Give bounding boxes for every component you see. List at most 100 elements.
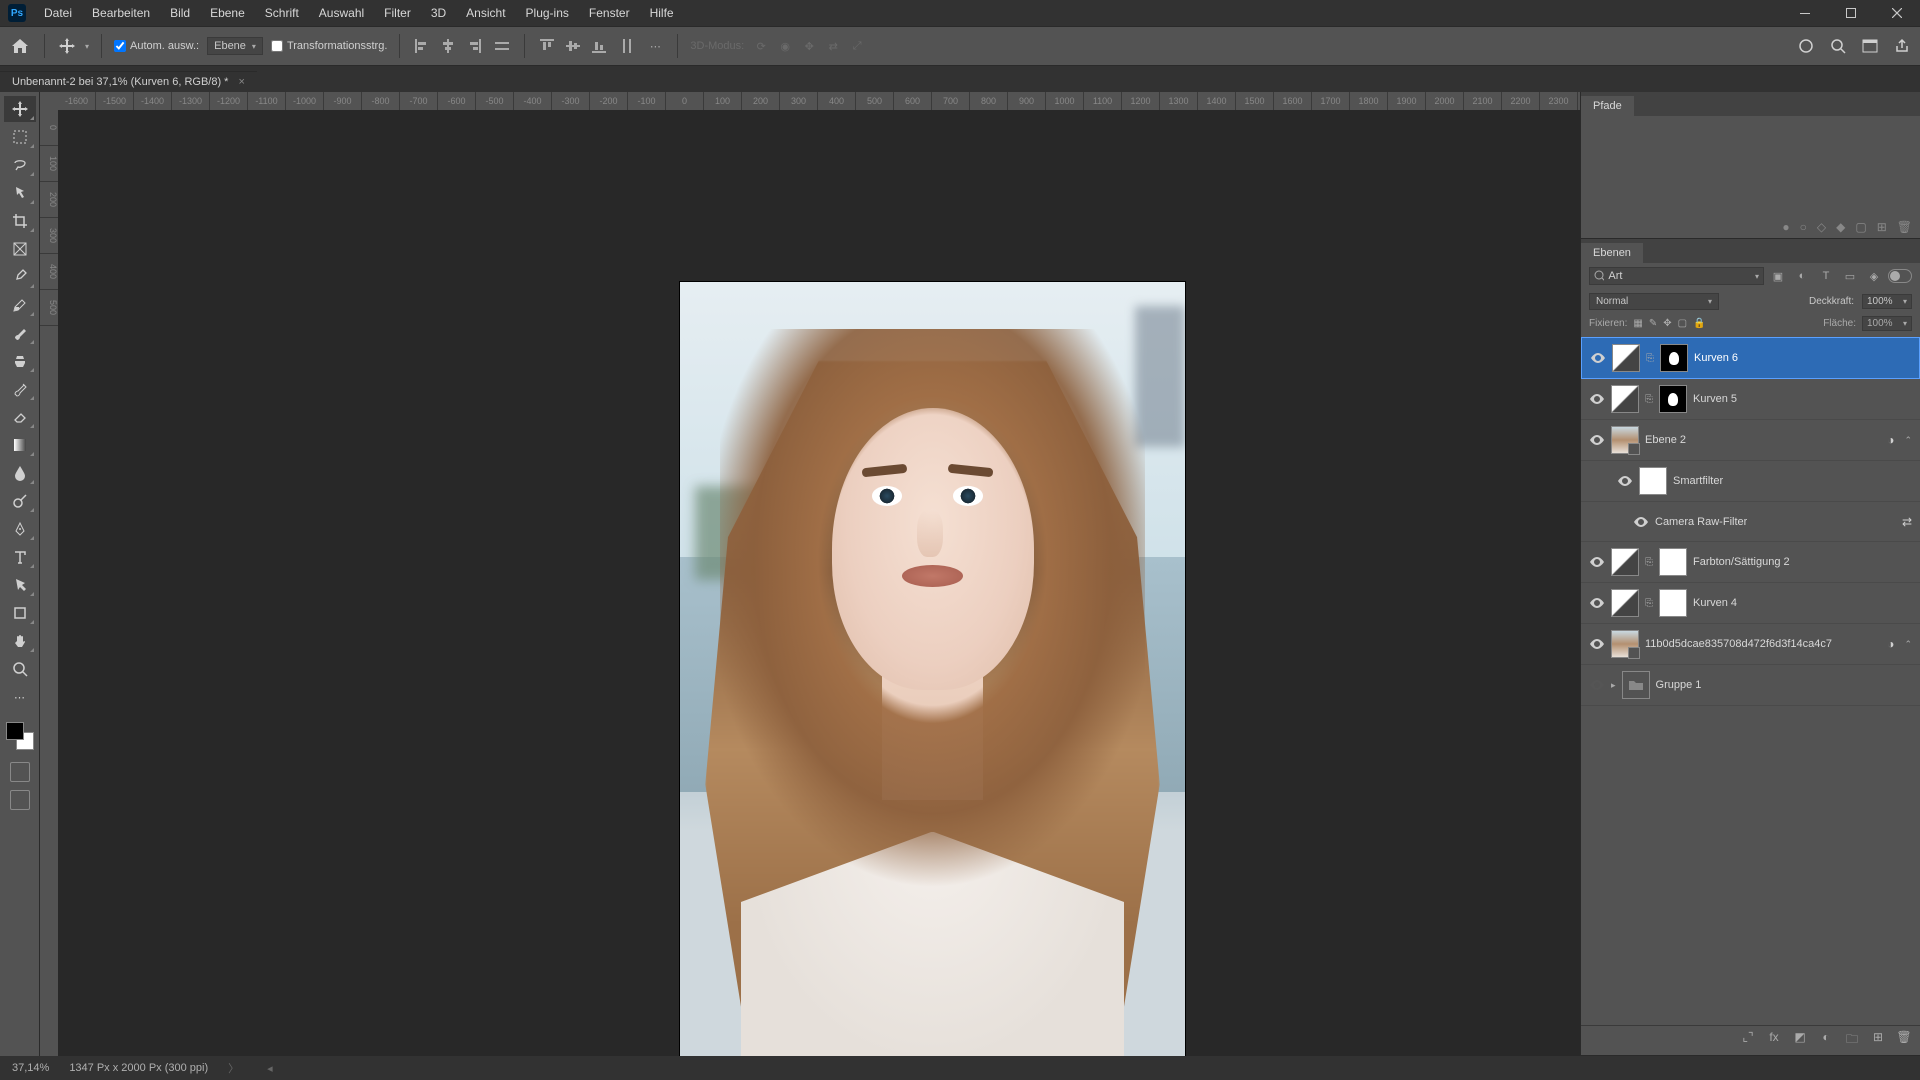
- filter-shape-icon[interactable]: ▭: [1842, 268, 1858, 284]
- tool-preset-chevron-icon[interactable]: ▾: [85, 42, 89, 51]
- layer-row[interactable]: 11b0d5dcae835708d472f6d3f14ca4c7 ◑ ⌃: [1581, 624, 1920, 665]
- delete-path-icon[interactable]: 🗑: [1897, 220, 1912, 234]
- menu-fenster[interactable]: Fenster: [579, 2, 640, 24]
- layer-row[interactable]: Smartfilter: [1581, 461, 1920, 502]
- stroke-path-icon[interactable]: ○: [1800, 220, 1807, 234]
- move-tool[interactable]: [4, 96, 36, 122]
- auto-select-checkbox[interactable]: Autom. ausw.:: [114, 40, 199, 52]
- smart-object-badge[interactable]: ◑: [1887, 433, 1894, 447]
- align-bottom-icon[interactable]: [589, 36, 609, 56]
- fill-field[interactable]: 100% ▾: [1862, 316, 1912, 331]
- visibility-toggle[interactable]: [1589, 391, 1605, 407]
- gradient-tool[interactable]: [4, 432, 36, 458]
- shape-tool[interactable]: [4, 600, 36, 626]
- share-icon[interactable]: [1892, 36, 1912, 56]
- quick-select-tool[interactable]: [4, 180, 36, 206]
- menu-plug-ins[interactable]: Plug-ins: [516, 2, 579, 24]
- menu-ebene[interactable]: Ebene: [200, 2, 255, 24]
- move-tool-icon[interactable]: [57, 36, 77, 56]
- type-tool[interactable]: [4, 544, 36, 570]
- opacity-field[interactable]: 100% ▾: [1862, 294, 1912, 309]
- menu-bild[interactable]: Bild: [160, 2, 200, 24]
- close-button[interactable]: [1874, 0, 1920, 26]
- quick-mask-icon[interactable]: [10, 762, 30, 782]
- menu-bearbeiten[interactable]: Bearbeiten: [82, 2, 160, 24]
- filter-toggle[interactable]: [1888, 269, 1912, 283]
- layer-name[interactable]: 11b0d5dcae835708d472f6d3f14ca4c7: [1645, 638, 1832, 650]
- mask-thumb[interactable]: [1659, 385, 1687, 413]
- layer-thumb[interactable]: [1611, 426, 1639, 454]
- scroll-left-icon[interactable]: ◂: [267, 1062, 273, 1075]
- dodge-tool[interactable]: [4, 488, 36, 514]
- layer-name[interactable]: Gruppe 1: [1656, 679, 1702, 691]
- workspace-icon[interactable]: [1860, 36, 1880, 56]
- layers-filter-kind[interactable]: ▾: [1589, 267, 1764, 285]
- expand-arrow-icon[interactable]: ▸: [1611, 680, 1616, 691]
- menu-datei[interactable]: Datei: [34, 2, 82, 24]
- healing-brush-tool[interactable]: [4, 292, 36, 318]
- lock-artboard-icon[interactable]: ▢: [1678, 318, 1687, 329]
- minimize-button[interactable]: [1782, 0, 1828, 26]
- layer-name[interactable]: Kurven 5: [1693, 393, 1737, 405]
- more-align-icon[interactable]: ⋯: [645, 36, 665, 56]
- layer-row[interactable]: Ebene 2 ◑ ⌃: [1581, 420, 1920, 461]
- visibility-toggle[interactable]: [1617, 473, 1633, 489]
- pen-tool[interactable]: [4, 516, 36, 542]
- align-right-icon[interactable]: [464, 36, 484, 56]
- menu-3d[interactable]: 3D: [421, 2, 456, 24]
- auto-select-input[interactable]: [114, 40, 126, 52]
- filter-type-icon[interactable]: T: [1818, 268, 1834, 284]
- link-mask-icon[interactable]: ⎘: [1645, 598, 1653, 609]
- menu-filter[interactable]: Filter: [374, 2, 421, 24]
- layer-name[interactable]: Camera Raw-Filter: [1655, 516, 1747, 528]
- tab-close-icon[interactable]: ×: [238, 76, 244, 88]
- distribute-icon[interactable]: [492, 36, 512, 56]
- layer-mask-icon[interactable]: ◩: [1792, 1030, 1808, 1051]
- collapse-arrow-icon[interactable]: ⌃: [1904, 435, 1912, 446]
- eyedropper-tool[interactable]: [4, 264, 36, 290]
- align-center-v-icon[interactable]: [563, 36, 583, 56]
- menu-schrift[interactable]: Schrift: [255, 2, 309, 24]
- layer-row[interactable]: ▸ Gruppe 1: [1581, 665, 1920, 706]
- edit-toolbar[interactable]: ⋯: [4, 684, 36, 710]
- layer-row[interactable]: ⎘Farbton/Sättigung 2: [1581, 542, 1920, 583]
- collapse-arrow-icon[interactable]: ⌃: [1904, 639, 1912, 650]
- layer-row[interactable]: ⎘Kurven 4: [1581, 583, 1920, 624]
- layers-filter-input[interactable]: [1608, 270, 1751, 282]
- smart-object-badge[interactable]: ◑: [1887, 637, 1894, 651]
- lock-position-icon[interactable]: ✥: [1663, 318, 1671, 329]
- delete-layer-icon[interactable]: 🗑: [1896, 1030, 1912, 1051]
- mask-thumb[interactable]: [1659, 589, 1687, 617]
- layers-tab[interactable]: Ebenen: [1581, 243, 1643, 263]
- align-center-h-icon[interactable]: [438, 36, 458, 56]
- lock-image-icon[interactable]: ✎: [1649, 318, 1657, 329]
- layer-row[interactable]: ⎘Kurven 6: [1581, 337, 1920, 379]
- path-select-tool[interactable]: [4, 572, 36, 598]
- filter-smart-icon[interactable]: ◈: [1866, 268, 1882, 284]
- ruler-horizontal[interactable]: -1600-1500-1400-1300-1200-1100-1000-900-…: [58, 92, 1580, 110]
- transform-controls-checkbox[interactable]: Transformationsstrg.: [271, 40, 387, 52]
- blend-mode-select[interactable]: Normal ▾: [1589, 293, 1719, 310]
- visibility-toggle[interactable]: [1589, 595, 1605, 611]
- layer-name[interactable]: Kurven 6: [1694, 352, 1738, 364]
- adjustment-layer-icon[interactable]: ◐: [1818, 1030, 1834, 1051]
- new-path-icon[interactable]: ▢: [1855, 220, 1866, 234]
- layer-name[interactable]: Ebene 2: [1645, 434, 1686, 446]
- visibility-toggle[interactable]: [1589, 554, 1605, 570]
- link-mask-icon[interactable]: ⎘: [1645, 394, 1653, 405]
- distribute-v-icon[interactable]: [617, 36, 637, 56]
- layers-list[interactable]: ⎘Kurven 6⎘Kurven 5Ebene 2◑⌃SmartfilterCa…: [1581, 337, 1920, 706]
- path-selection-icon[interactable]: ◇: [1817, 220, 1826, 234]
- menu-hilfe[interactable]: Hilfe: [640, 2, 684, 24]
- layer-row[interactable]: Camera Raw-Filter⇄: [1581, 502, 1920, 542]
- align-left-icon[interactable]: [412, 36, 432, 56]
- lasso-tool[interactable]: [4, 152, 36, 178]
- layer-thumb[interactable]: [1611, 630, 1639, 658]
- blur-tool[interactable]: [4, 460, 36, 486]
- visibility-toggle[interactable]: [1590, 350, 1606, 366]
- paths-list[interactable]: [1581, 116, 1920, 216]
- lock-transparency-icon[interactable]: ▦: [1633, 318, 1642, 329]
- adjustment-thumb[interactable]: [1611, 385, 1639, 413]
- screen-mode-icon[interactable]: [10, 790, 30, 810]
- lock-all-icon[interactable]: 🔒: [1693, 318, 1705, 329]
